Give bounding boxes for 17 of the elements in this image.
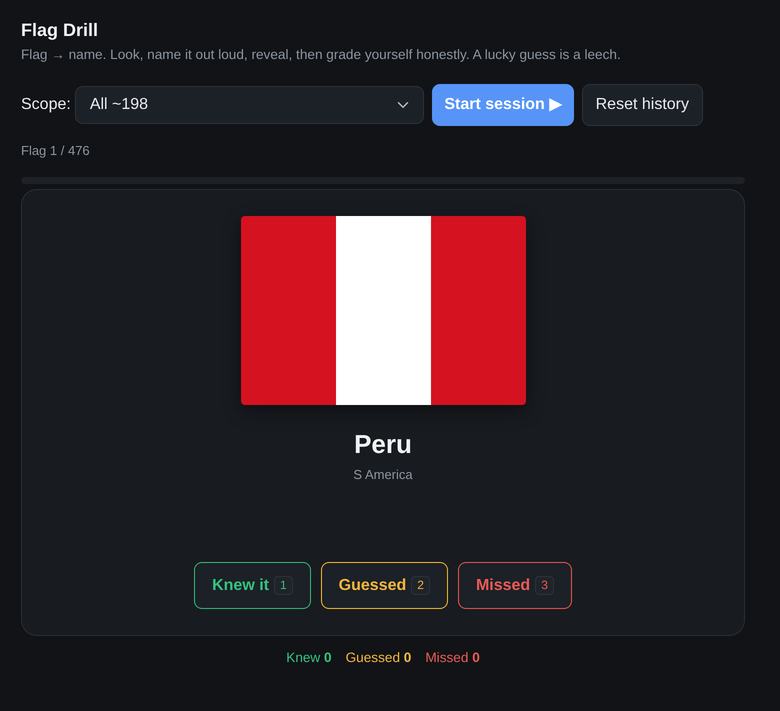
scope-select[interactable]: All ~198 [74,86,424,124]
shortcut-key: 1 [274,576,293,595]
progress-counter: Flag 1 / 476 [21,142,91,160]
tally-count: Knew 0 [286,650,332,666]
page-subtitle: Flag → name. Look, name it out loud, reveal, then grade yourself honestly. A lucky guess is a leech. [21,46,622,64]
grade-button[interactable]: Guessed 2 [320,562,448,609]
country-name: Peru [354,429,412,459]
reset-history-button[interactable]: Reset history [582,84,703,126]
tally-count: Guessed 0 [346,650,412,666]
tally-count: Missed 0 [425,650,480,666]
scope-label: Scope: [21,95,71,115]
shortcut-key: 2 [411,576,430,595]
grade-button[interactable]: Missed 3 [458,562,572,609]
shortcut-key: 3 [535,576,554,595]
grade-button[interactable]: Knew it 1 [194,562,311,609]
page-title: Flag Drill [21,19,100,42]
country-region: S America [353,467,413,483]
